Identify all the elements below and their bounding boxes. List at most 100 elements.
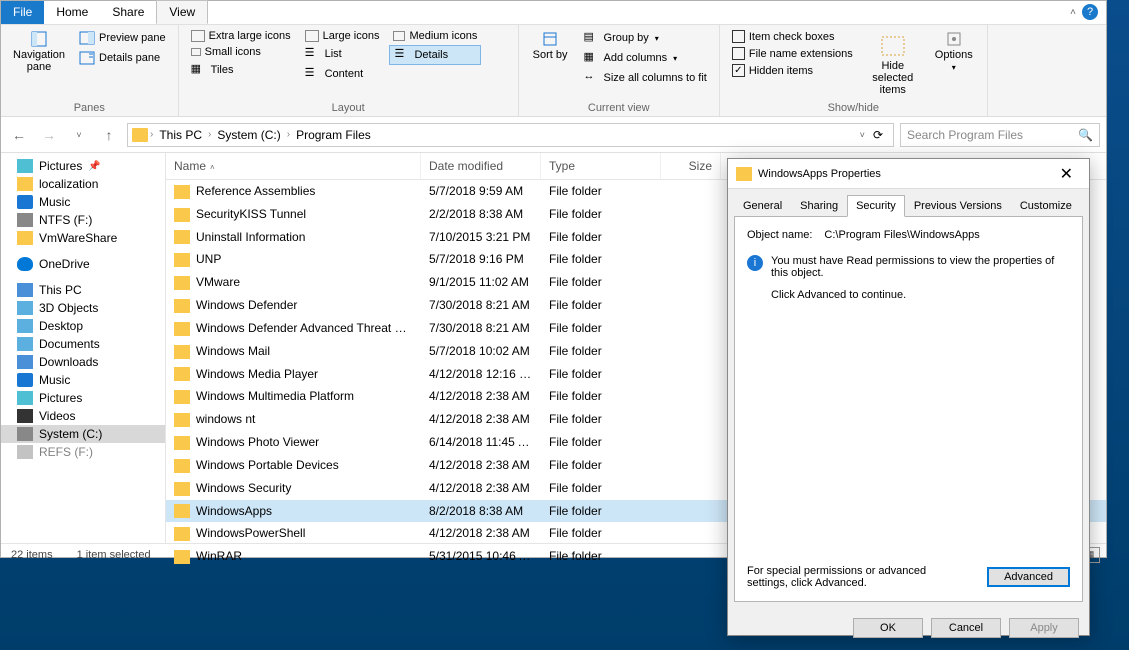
- tree-item-label: VmWareShare: [39, 231, 117, 245]
- advanced-button[interactable]: Advanced: [987, 567, 1070, 587]
- groupby-label: Group by: [604, 32, 649, 44]
- layout-tiles[interactable]: ▦Tiles: [187, 61, 295, 79]
- crumb-system-c[interactable]: System (C:): [213, 128, 284, 142]
- tree-item[interactable]: Documents: [1, 335, 165, 353]
- layout-small[interactable]: Small icons: [187, 45, 295, 59]
- addr-dropdown-icon[interactable]: ˅: [860, 130, 865, 140]
- tree-item[interactable]: OneDrive: [1, 255, 165, 273]
- tree-item-label: This PC: [39, 283, 82, 297]
- tree-item[interactable]: Music: [1, 371, 165, 389]
- tree-item-label: Pictures: [39, 391, 82, 405]
- crumb-program-files[interactable]: Program Files: [292, 128, 375, 142]
- col-size-header[interactable]: Size: [661, 153, 721, 179]
- layout-xl[interactable]: Extra large icons: [187, 29, 295, 43]
- col-type-header[interactable]: Type: [541, 153, 661, 179]
- col-name-header[interactable]: Name˄: [166, 153, 421, 179]
- breadcrumb[interactable]: › This PC › System (C:) › Program Files …: [127, 123, 894, 147]
- cell-size: [661, 456, 721, 475]
- tree-item-label: localization: [39, 177, 98, 191]
- tree-item[interactable]: Music: [1, 193, 165, 211]
- nav-tree[interactable]: Pictures📌localizationMusicNTFS (F:)VmWar…: [1, 153, 166, 543]
- addcols-icon: ▦: [584, 50, 600, 66]
- music-icon: [17, 373, 33, 387]
- tree-item[interactable]: Desktop: [1, 317, 165, 335]
- cell-date: 4/12/2018 12:16 PM: [421, 365, 541, 384]
- cell-size: [661, 250, 721, 269]
- pic-icon: [17, 159, 33, 173]
- tree-item[interactable]: Downloads: [1, 353, 165, 371]
- folder-icon: [17, 231, 33, 245]
- ok-button[interactable]: OK: [853, 618, 923, 638]
- ptab-previous[interactable]: Previous Versions: [905, 195, 1011, 217]
- tree-item[interactable]: System (C:): [1, 425, 165, 443]
- folder-icon: [174, 208, 190, 222]
- ptab-sharing[interactable]: Sharing: [791, 195, 847, 217]
- collapse-ribbon-icon[interactable]: ˄: [1070, 7, 1076, 18]
- cell-name: Reference Assemblies: [166, 182, 421, 201]
- folder-icon: [174, 390, 190, 404]
- sizeall-button[interactable]: ↔Size all columns to fit: [580, 69, 711, 87]
- tree-item[interactable]: 3D Objects: [1, 299, 165, 317]
- chevron-right-icon: ›: [287, 129, 290, 140]
- drive-icon: [17, 213, 33, 227]
- folder-icon: [174, 185, 190, 199]
- tree-item-label: Music: [39, 373, 70, 387]
- ptab-customize[interactable]: Customize: [1011, 195, 1081, 217]
- tree-item[interactable]: Pictures📌: [1, 157, 165, 175]
- options-button[interactable]: Options ▾: [929, 29, 979, 100]
- addcols-button[interactable]: ▦Add columns▾: [580, 49, 711, 67]
- tab-share[interactable]: Share: [100, 1, 156, 24]
- checkbox-icon: [732, 47, 745, 60]
- cell-name: windows nt: [166, 410, 421, 429]
- checkboxes-toggle[interactable]: Item check boxes: [728, 29, 857, 44]
- hidden-toggle[interactable]: ✓Hidden items: [728, 63, 857, 78]
- back-button[interactable]: ←: [7, 123, 31, 147]
- forward-button[interactable]: →: [37, 123, 61, 147]
- folder-icon: [174, 299, 190, 313]
- col-date-header[interactable]: Date modified: [421, 153, 541, 179]
- cell-name: SecurityKISS Tunnel: [166, 205, 421, 224]
- tree-item[interactable]: This PC: [1, 281, 165, 299]
- recent-dropdown[interactable]: ˅: [67, 123, 91, 147]
- layout-content[interactable]: ☰Content: [301, 65, 384, 83]
- cell-type: File folder: [541, 182, 661, 201]
- layout-list[interactable]: ☰List: [301, 45, 384, 63]
- details-pane-button[interactable]: Details pane: [75, 49, 170, 67]
- tree-item[interactable]: Videos: [1, 407, 165, 425]
- ptab-general[interactable]: General: [734, 195, 791, 217]
- nav-pane-button[interactable]: Navigation pane: [9, 29, 69, 100]
- dialog-body: Object name: C:\Program Files\WindowsApp…: [734, 216, 1083, 602]
- options-label: Options: [935, 49, 973, 61]
- tab-home[interactable]: Home: [44, 1, 100, 24]
- groupby-button[interactable]: ▤Group by▾: [580, 29, 711, 47]
- groupby-icon: ▤: [584, 30, 600, 46]
- tab-view[interactable]: View: [156, 0, 208, 24]
- apply-button[interactable]: Apply: [1009, 618, 1079, 638]
- layout-medium[interactable]: Medium icons: [389, 29, 481, 43]
- preview-pane-button[interactable]: Preview pane: [75, 29, 170, 47]
- address-bar: ← → ˅ ↑ › This PC › System (C:) › Progra…: [1, 117, 1106, 153]
- layout-details[interactable]: ☰Details: [389, 45, 481, 65]
- cancel-button[interactable]: Cancel: [931, 618, 1001, 638]
- up-button[interactable]: ↑: [97, 123, 121, 147]
- cell-date: 5/7/2018 9:59 AM: [421, 182, 541, 201]
- folder-icon: [132, 128, 148, 142]
- tree-item[interactable]: Pictures: [1, 389, 165, 407]
- close-button[interactable]: ✕: [1052, 164, 1081, 184]
- search-input[interactable]: Search Program Files 🔍: [900, 123, 1100, 147]
- refresh-icon[interactable]: ⟳: [867, 128, 889, 142]
- ptab-security[interactable]: Security: [847, 195, 905, 217]
- hide-selected-button[interactable]: Hide selected items: [863, 29, 923, 100]
- extensions-toggle[interactable]: File name extensions: [728, 46, 857, 61]
- sortby-icon: [542, 31, 558, 47]
- sortby-button[interactable]: Sort by: [527, 29, 574, 100]
- tree-item[interactable]: VmWareShare: [1, 229, 165, 247]
- crumb-thispc[interactable]: This PC: [155, 128, 206, 142]
- small-icon: [191, 48, 201, 56]
- tree-item[interactable]: NTFS (F:): [1, 211, 165, 229]
- tree-item[interactable]: localization: [1, 175, 165, 193]
- tab-file[interactable]: File: [1, 1, 44, 24]
- layout-large[interactable]: Large icons: [301, 29, 384, 43]
- help-icon[interactable]: ?: [1082, 4, 1098, 20]
- tree-item[interactable]: REFS (F:): [1, 443, 165, 461]
